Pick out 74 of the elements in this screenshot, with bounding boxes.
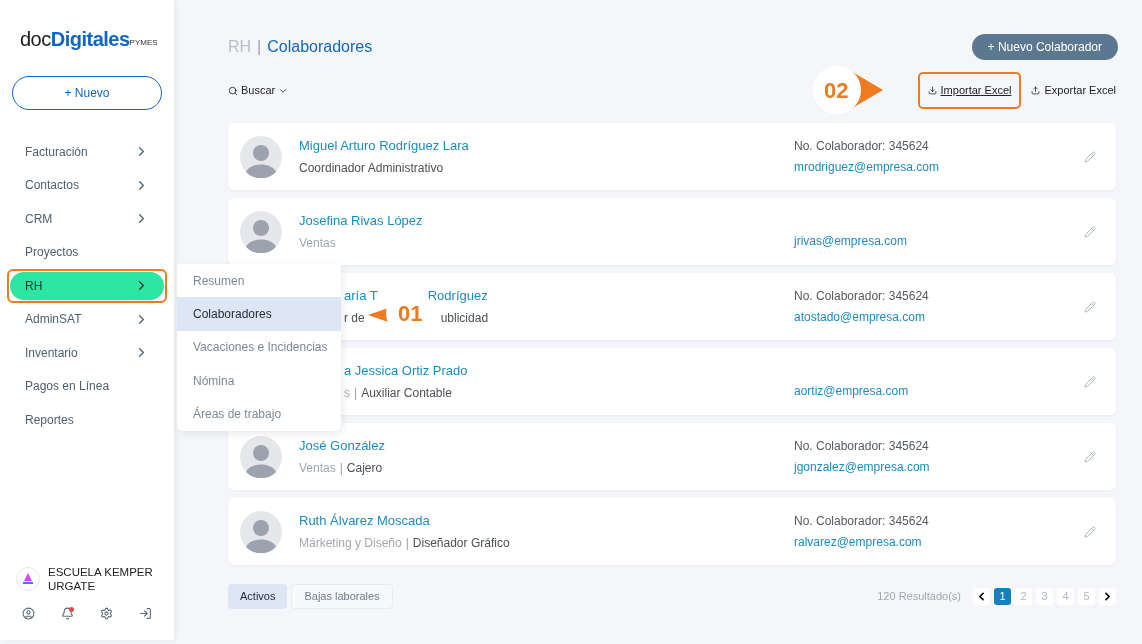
department-text: Ventas [299,234,336,252]
collaborator-name[interactable]: Ruth Álvarez Moscada [299,511,430,531]
notification-icon[interactable] [61,607,74,620]
submenu-item[interactable]: Nómina [177,364,341,398]
email-link[interactable]: aortiz@empresa.com [794,382,1054,400]
role-text: Coordinador Administrativo [299,159,444,177]
collaborator-name[interactable]: aría T [344,286,378,306]
submenu-item[interactable]: Vacaciones e Incidencias [177,330,341,365]
employee-number: No. Colaborador: 345624 [794,138,930,155]
nav-item[interactable]: Reportes [10,403,164,437]
nav-item[interactable]: Facturación [10,135,164,169]
page-title: Colaboradores [267,37,373,57]
logout-icon[interactable] [139,607,152,620]
upload-icon [1031,86,1041,95]
department-text: Ventas [299,459,336,477]
avatar [240,435,282,478]
email-link[interactable]: jgonzalez@empresa.com [794,458,1054,476]
page-button[interactable]: 5 [1078,588,1095,605]
search-icon [228,85,238,96]
collaborator-name[interactable]: Josefina Rivas López [299,211,423,231]
export-button[interactable]: Exportar Excel [1031,72,1116,109]
nav-item[interactable]: CRM [10,202,164,236]
email-link[interactable]: ralvarez@empresa.com [794,533,1054,551]
new-collaborator-button[interactable]: + Nuevo Colaborador [971,34,1118,60]
nav-item[interactable]: RH [10,272,164,300]
results-count: 120 Resultado(s) [877,589,961,605]
page-button[interactable]: 2 [1015,588,1032,605]
role-text: Auxiliar Contable [361,384,452,402]
search-dropdown[interactable]: Buscar [228,82,289,99]
department-text: s [344,384,350,402]
separator: | [354,384,358,402]
collaborator-name[interactable]: José González [299,436,385,456]
profile-icon[interactable] [22,607,35,620]
nav-item[interactable]: AdminSAT [10,302,164,336]
collaborator-name[interactable]: Rodríguez [427,286,488,306]
company-logo [16,567,40,591]
download-icon [927,86,937,95]
nav-item[interactable]: Pagos en Línea [10,369,164,403]
employee-number: No. Colaborador: 345624 [794,513,930,530]
email-link[interactable]: atostado@empresa.com [794,308,1054,326]
page-button[interactable]: 1 [994,588,1011,605]
role-text: Cajero [346,459,383,477]
page-button[interactable]: 4 [1057,588,1074,605]
email-link[interactable]: mrodriguez@empresa.com [794,158,1054,176]
separator: | [257,37,262,57]
email-link[interactable]: jrivas@empresa.com [794,232,1054,250]
avatar [240,210,282,253]
submenu-item[interactable]: Colaboradores [177,297,341,331]
previous-page-button[interactable] [973,588,990,605]
submenu-item[interactable]: Áreas de trabajo [177,397,341,431]
role-text: r de [344,309,365,327]
next-page-button[interactable] [1099,588,1116,605]
role-text: Diseñador Gráfico [412,534,510,552]
logo: docDigitalesPYMES [20,27,159,52]
import-button[interactable]: Importar Excel [917,72,1022,109]
employee-number: No. Colaborador: 345624 [794,288,930,305]
employee-number: No. Colaborador: 345624 [794,438,930,455]
avatar [240,510,282,553]
status-tab[interactable]: Activos [228,584,288,609]
page-button[interactable]: 3 [1036,588,1053,605]
department-text: Márketing y Diseño [299,534,402,552]
role-text: ublicidad [440,309,489,327]
status-tab[interactable]: Bajas laborales [291,584,393,609]
submenu-item[interactable]: Resumen [177,264,341,298]
separator: | [339,459,343,477]
settings-icon[interactable] [100,607,113,620]
company-name: ESCUELA KEMPER URGATE [48,565,154,593]
nav-item[interactable]: Inventario [10,336,164,370]
collaborator-name[interactable]: Miguel Arturo Rodríguez Lara [299,136,469,156]
nav-item[interactable]: Contactos [10,168,164,202]
avatar [240,135,282,178]
nav-item[interactable]: Proyectos [10,235,164,269]
separator: | [405,534,409,552]
collaborator-name[interactable]: a Jessica Ortiz Prado [344,361,468,381]
